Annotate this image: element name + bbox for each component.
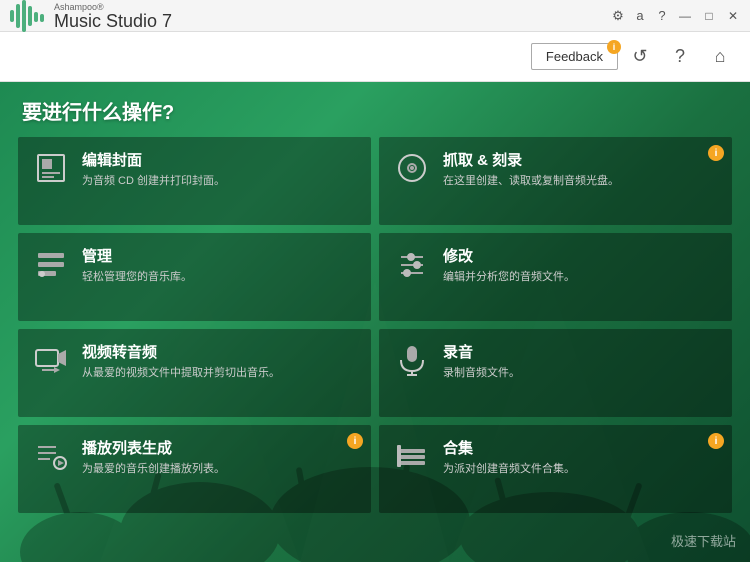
watermark: 极速下载站: [671, 531, 736, 550]
modify-icon: [393, 245, 431, 283]
app-title: Music Studio 7: [54, 12, 172, 30]
card-rip-burn-desc: 在这里创建、读取或复制音频光盘。: [443, 174, 718, 189]
card-rip-burn-title: 抓取 & 刻录: [443, 149, 718, 170]
card-modify-text: 修改 编辑并分析您的音频文件。: [443, 245, 718, 285]
settings-icon[interactable]: ⚙: [610, 8, 626, 24]
card-manage[interactable]: 管理 轻松管理您的音乐库。: [18, 233, 371, 321]
card-collection-desc: 为派对创建音频文件合集。: [443, 462, 718, 477]
card-video-text: 视频转音频 从最爱的视频文件中提取并剪切出音乐。: [82, 341, 357, 381]
title-bar: Ashampoo® Music Studio 7 ⚙ a ? — □ ✕: [0, 0, 750, 32]
playlist-icon: [32, 437, 70, 475]
feedback-button[interactable]: Feedback i: [531, 43, 618, 70]
card-record-title: 录音: [443, 341, 718, 362]
card-video-title: 视频转音频: [82, 341, 357, 362]
card-modify-title: 修改: [443, 245, 718, 266]
card-rip-burn[interactable]: 抓取 & 刻录 在这里创建、读取或复制音频光盘。 i: [379, 137, 732, 225]
feedback-label: Feedback: [546, 49, 603, 64]
header-toolbar: Feedback i ↺ ? ⌂: [0, 32, 750, 82]
card-collection-info: i: [708, 433, 724, 449]
card-edit-cover-title: 编辑封面: [82, 149, 357, 170]
card-collection[interactable]: 合集 为派对创建音频文件合集。 i: [379, 425, 732, 513]
card-collection-text: 合集 为派对创建音频文件合集。: [443, 437, 718, 477]
close-button[interactable]: ✕: [724, 7, 742, 25]
manage-icon: [32, 245, 70, 283]
help-button[interactable]: ?: [662, 39, 698, 75]
title-bar-left: Ashampoo® Music Studio 7: [8, 0, 172, 34]
collection-icon: [393, 437, 431, 475]
feedback-badge: i: [607, 40, 621, 54]
card-rip-burn-text: 抓取 & 刻录 在这里创建、读取或复制音频光盘。: [443, 149, 718, 189]
card-playlist-text: 播放列表生成 为最爱的音乐创建播放列表。: [82, 437, 357, 477]
disc-icon: [393, 149, 431, 187]
card-modify[interactable]: 修改 编辑并分析您的音频文件。: [379, 233, 732, 321]
card-playlist-info: i: [347, 433, 363, 449]
brand-label: Ashampoo®: [54, 2, 172, 12]
app-logo: [8, 0, 48, 34]
card-manage-desc: 轻松管理您的音乐库。: [82, 270, 357, 285]
titlebar-help-icon[interactable]: ?: [654, 8, 670, 24]
card-manage-text: 管理 轻松管理您的音乐库。: [82, 245, 357, 285]
card-playlist-title: 播放列表生成: [82, 437, 357, 458]
card-record-text: 录音 录制音频文件。: [443, 341, 718, 381]
card-playlist[interactable]: 播放列表生成 为最爱的音乐创建播放列表。 i: [18, 425, 371, 513]
card-modify-desc: 编辑并分析您的音频文件。: [443, 270, 718, 285]
card-manage-title: 管理: [82, 245, 357, 266]
card-edit-cover[interactable]: 编辑封面 为音频 CD 创建并打印封面。: [18, 137, 371, 225]
a-icon[interactable]: a: [632, 8, 648, 24]
card-collection-title: 合集: [443, 437, 718, 458]
main-content: 要进行什么操作? 编辑封面 为音频 CD 创建并打印封面。: [0, 82, 750, 562]
cover-icon: [32, 149, 70, 187]
maximize-button[interactable]: □: [700, 7, 718, 25]
video-icon: [32, 341, 70, 379]
refresh-button[interactable]: ↺: [622, 39, 658, 75]
card-rip-burn-info: i: [708, 145, 724, 161]
card-edit-cover-text: 编辑封面 为音频 CD 创建并打印封面。: [82, 149, 357, 189]
card-record-desc: 录制音频文件。: [443, 366, 718, 381]
card-record[interactable]: 录音 录制音频文件。: [379, 329, 732, 417]
minimize-button[interactable]: —: [676, 7, 694, 25]
card-edit-cover-desc: 为音频 CD 创建并打印封面。: [82, 174, 357, 189]
card-playlist-desc: 为最爱的音乐创建播放列表。: [82, 462, 357, 477]
branding: Ashampoo® Music Studio 7: [54, 2, 172, 30]
card-video-to-audio[interactable]: 视频转音频 从最爱的视频文件中提取并剪切出音乐。: [18, 329, 371, 417]
title-bar-controls: ⚙ a ? — □ ✕: [610, 7, 742, 25]
cards-grid: 编辑封面 为音频 CD 创建并打印封面。 抓取 & 刻录 在这里创建、读取或复制…: [18, 137, 732, 513]
home-button[interactable]: ⌂: [702, 39, 738, 75]
page-title: 要进行什么操作?: [22, 96, 174, 125]
card-video-desc: 从最爱的视频文件中提取并剪切出音乐。: [82, 366, 357, 381]
mic-icon: [393, 341, 431, 379]
